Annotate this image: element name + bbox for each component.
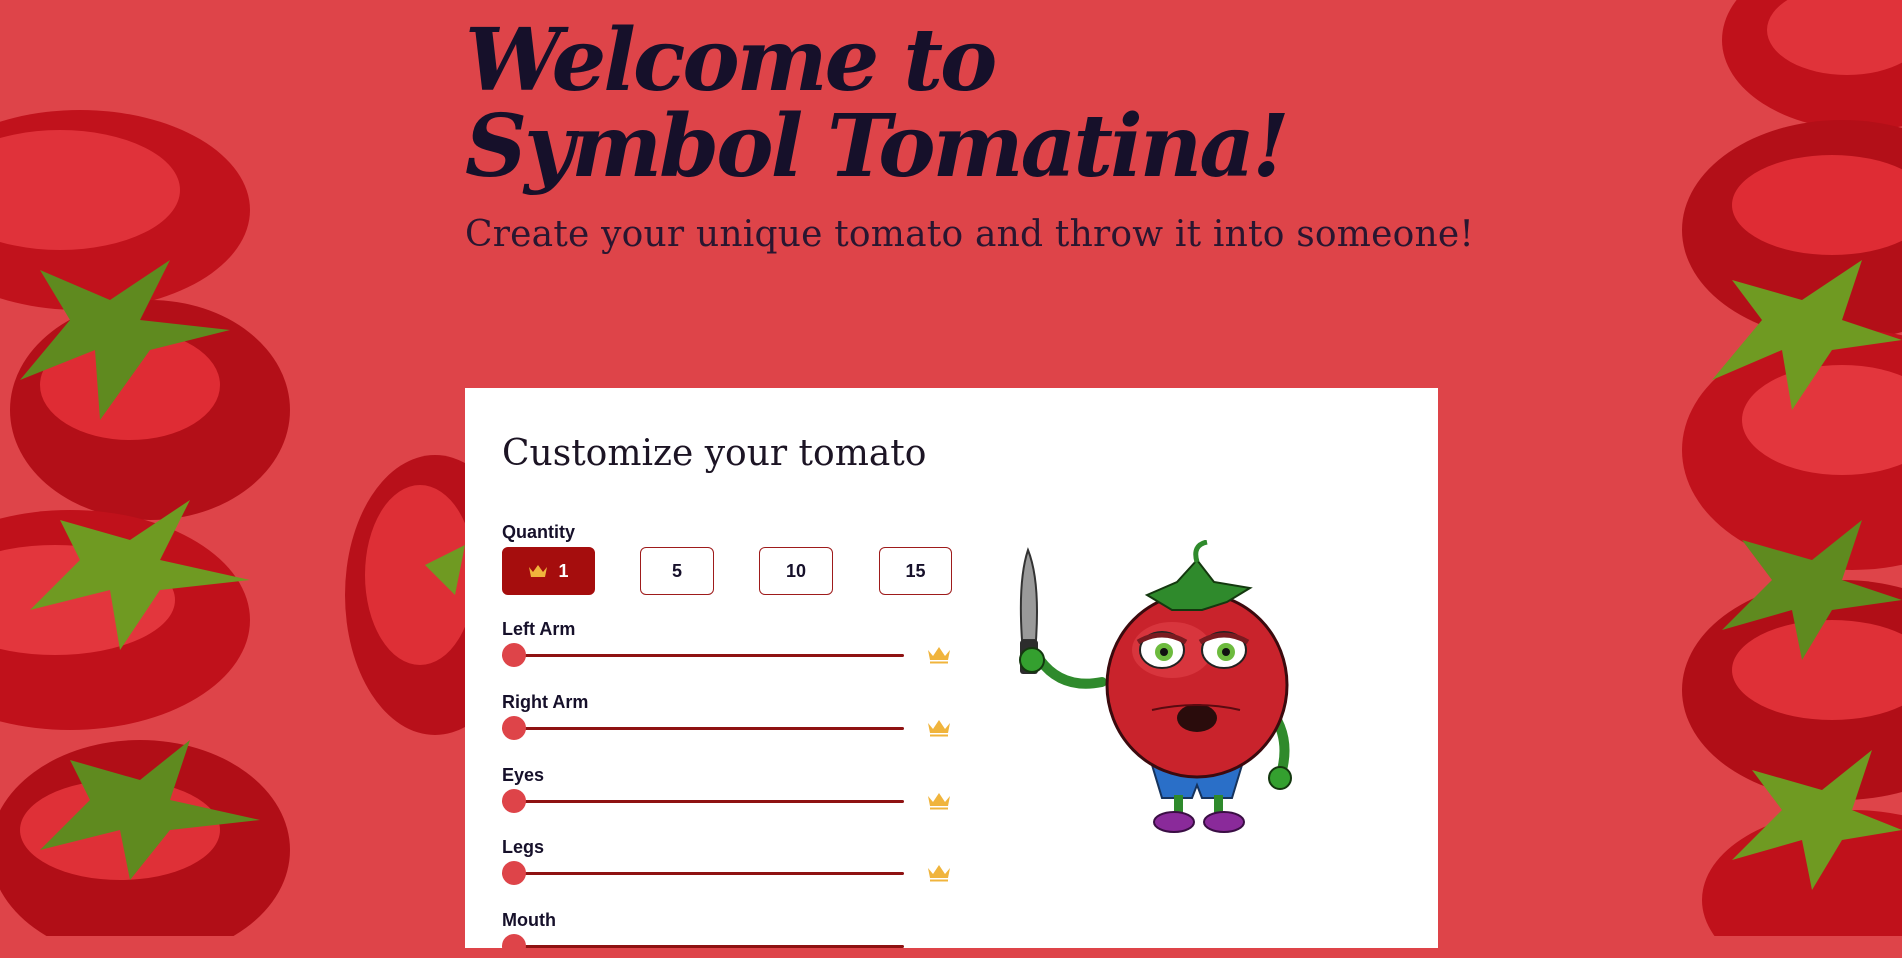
mouth-label: Mouth: [502, 910, 556, 930]
quantity-option-15[interactable]: 15: [879, 547, 952, 595]
quantity-option-1[interactable]: 1: [502, 547, 595, 595]
quantity-option-label: 1: [558, 560, 569, 581]
left-arm-slider[interactable]: [502, 643, 904, 667]
slider-thumb[interactable]: [502, 861, 526, 885]
quantity-label: Quantity: [502, 522, 576, 542]
crown-icon: [928, 793, 950, 810]
slider-thumb[interactable]: [502, 934, 526, 958]
slider-thumb[interactable]: [502, 643, 526, 667]
legs-slider[interactable]: [502, 861, 904, 885]
eyes-slider[interactable]: [502, 789, 904, 813]
right-arm-label: Right Arm: [502, 692, 589, 712]
quantity-option-label: 15: [905, 560, 926, 581]
quantity-option-10[interactable]: 10: [759, 547, 833, 595]
slider-thumb[interactable]: [502, 716, 526, 740]
legs-label: Legs: [502, 837, 545, 857]
crown-icon: [928, 647, 950, 664]
mouth-slider[interactable]: [502, 934, 904, 958]
left-arm-label: Left Arm: [502, 619, 576, 639]
hero: Welcome to Symbol Tomatina! Create your …: [465, 18, 1475, 256]
crown-icon: [529, 565, 548, 577]
slider-track: [502, 727, 904, 730]
customize-card: Customize your tomato Quantity 1 5 10 15…: [465, 388, 1438, 958]
page-subtitle: Create your unique tomato and throw it i…: [465, 214, 1475, 255]
slider-track: [502, 654, 904, 657]
quantity-option-label: 5: [671, 560, 682, 581]
slider-thumb[interactable]: [502, 789, 526, 813]
slider-track: [502, 872, 904, 875]
card-title: Customize your tomato: [502, 433, 927, 474]
right-arm-slider[interactable]: [502, 716, 904, 740]
crown-icon: [928, 865, 950, 882]
quantity-option-5[interactable]: 5: [640, 547, 714, 595]
tomato-mascot-illustration: [1019, 540, 1292, 833]
slider-track: [502, 945, 904, 948]
title-line-2: Symbol Tomatina!: [465, 96, 1290, 197]
crown-icon: [928, 720, 950, 737]
eyes-label: Eyes: [502, 765, 545, 785]
tomato-vine-decoration-left: [0, 110, 290, 936]
tomato-vine-decoration-right: [1682, 0, 1902, 936]
tomato-partial-decoration: [345, 455, 465, 735]
page-title: Welcome to Symbol Tomatina!: [465, 18, 1474, 190]
quantity-option-label: 10: [785, 560, 807, 581]
slider-track: [502, 800, 904, 803]
